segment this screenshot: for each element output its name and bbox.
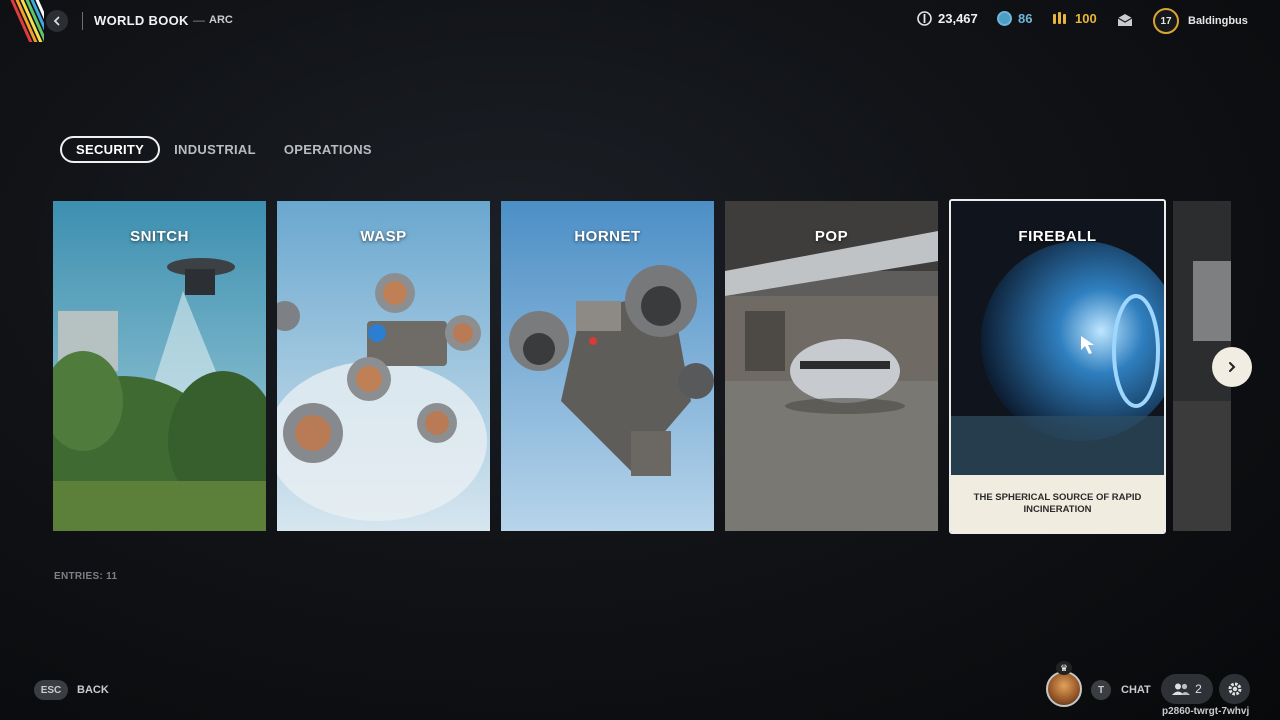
avatar[interactable] [1046, 671, 1082, 707]
coins-value: 23,467 [938, 11, 978, 26]
mail-icon [1117, 14, 1133, 26]
breadcrumb-subtitle: ARC [209, 14, 233, 26]
category-tabs: SECURITY INDUSTRIAL OPERATIONS [60, 136, 386, 163]
card-description: THE SPHERICAL SOURCE OF RAPID INCINERATI… [973, 491, 1142, 515]
currency-tokens: 86 [997, 11, 1032, 26]
card-title: HORNET [574, 228, 641, 245]
tab-industrial[interactable]: INDUSTRIAL [160, 136, 270, 163]
party-count: 2 [1195, 682, 1202, 696]
chevron-left-icon [53, 16, 60, 26]
wasp-image [277, 201, 490, 531]
tab-security[interactable]: SECURITY [60, 136, 161, 163]
back-arrow-button[interactable] [46, 10, 68, 32]
breadcrumb-separator: — [193, 13, 205, 27]
snitch-image [53, 201, 266, 531]
back-button[interactable]: BACK [77, 684, 109, 696]
card-snitch[interactable]: SNITCH [53, 201, 266, 531]
level-badge: 17 [1153, 8, 1179, 34]
group-icon [1172, 683, 1191, 695]
settings-button[interactable] [1219, 674, 1250, 704]
mail-button[interactable] [1117, 13, 1133, 32]
token-icon [997, 11, 1012, 26]
next-page-button[interactable] [1212, 347, 1252, 387]
divider [82, 12, 83, 30]
card-description-box: THE SPHERICAL SOURCE OF RAPID INCINERATI… [951, 475, 1164, 532]
credits-value: 100 [1075, 11, 1097, 26]
currency-coins: 23,467 [917, 11, 978, 26]
tokens-value: 86 [1018, 11, 1033, 26]
chevron-right-icon [1229, 362, 1236, 372]
card-hornet[interactable]: HORNET [501, 201, 714, 531]
card-title: SNITCH [130, 228, 189, 245]
crown-icon: ♛ [1056, 661, 1072, 675]
card-wasp[interactable]: WASP [277, 201, 490, 531]
top-bar: WORLD BOOK — ARC 23,467 86 100 17 Baldin… [0, 0, 1280, 42]
credits-icon [1053, 12, 1066, 24]
chat-key-hint[interactable]: T [1091, 680, 1111, 700]
entries-count: ENTRIES: 11 [54, 571, 118, 582]
card-title: WASP [360, 228, 407, 245]
session-id: p2860-twrgt-7whvj [1162, 706, 1250, 717]
chat-button[interactable]: CHAT [1121, 684, 1151, 696]
hornet-image [501, 201, 714, 531]
pop-image [725, 201, 938, 531]
tab-operations[interactable]: OPERATIONS [270, 136, 386, 163]
breadcrumb-title: WORLD BOOK [94, 13, 189, 28]
esc-key-hint[interactable]: ESC [34, 680, 68, 700]
card-pop[interactable]: POP [725, 201, 938, 531]
profile[interactable]: 17 Baldingbus [1153, 8, 1248, 34]
gear-icon [1228, 682, 1241, 696]
card-title: POP [814, 228, 849, 245]
rainbow-stripes-logo [0, 0, 44, 42]
card-title: FIREBALL [1018, 228, 1097, 245]
currency-credits: 100 [1052, 11, 1097, 26]
card-fireball[interactable]: FIREBALL THE SPHERICAL SOURCE OF RAPID I… [949, 199, 1166, 534]
coin-icon [917, 11, 932, 26]
party-button[interactable]: 2 [1161, 674, 1213, 704]
username: Baldingbus [1188, 15, 1248, 27]
